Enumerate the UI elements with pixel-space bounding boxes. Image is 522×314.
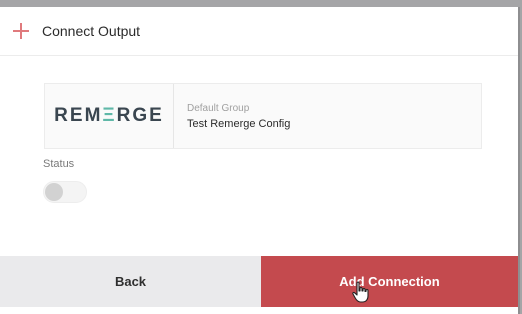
modal-header: Connect Output <box>0 7 518 56</box>
connection-card[interactable]: REMΞRGE Default Group Test Remerge Confi… <box>44 83 482 149</box>
add-connection-button[interactable]: Add Connection <box>261 256 518 307</box>
modal-title: Connect Output <box>42 23 141 39</box>
group-name: Default Group <box>187 102 250 114</box>
plus-icon <box>13 23 29 39</box>
connection-info: Default Group Test Remerge Config <box>174 84 290 148</box>
remerge-logo: REMΞRGE <box>45 84 174 148</box>
toggle-knob <box>45 183 63 201</box>
status-toggle[interactable] <box>43 181 87 203</box>
status-label: Status <box>43 158 75 170</box>
logo-text: REMΞRGE <box>54 105 164 126</box>
hand-pointer-icon <box>352 281 369 303</box>
config-name: Test Remerge Config <box>187 117 291 130</box>
back-button[interactable]: Back <box>0 256 261 307</box>
modal-footer: Back Add Connection <box>0 256 518 307</box>
screen-backdrop: Connect Output REMΞRGE Default Group Tes… <box>0 0 522 314</box>
